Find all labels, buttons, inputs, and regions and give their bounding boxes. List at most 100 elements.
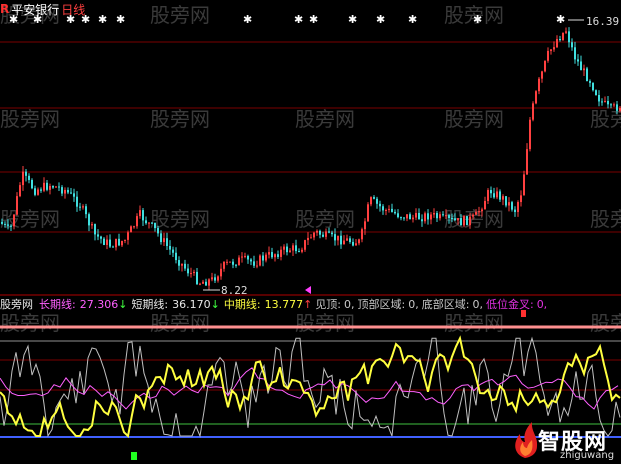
candle-body — [286, 246, 288, 253]
candle-body — [442, 214, 444, 216]
flame-icon — [515, 422, 538, 458]
watermark-text: 股旁网 — [0, 311, 60, 335]
watermark-text: 股旁网 — [0, 107, 60, 131]
candle-body — [109, 239, 111, 247]
stock-name[interactable]: 平安银行 — [11, 1, 59, 18]
candle-body — [139, 210, 141, 217]
candle-body — [430, 214, 432, 220]
rights-badge: R — [0, 2, 10, 16]
candle-body — [496, 191, 498, 198]
candle-body — [142, 210, 144, 221]
candle-body — [370, 197, 372, 205]
long-line-label: 长期线: — [39, 298, 76, 311]
candle-body — [58, 186, 60, 188]
candle-body — [262, 255, 264, 261]
candle-body — [457, 218, 459, 221]
candle-body — [478, 211, 480, 213]
watermark-text: 股旁网 — [444, 311, 504, 335]
candle-body — [568, 31, 570, 43]
candle-body — [136, 216, 138, 227]
candle-body — [463, 216, 465, 226]
candle-body — [460, 218, 462, 226]
period-label[interactable]: 日线 — [61, 1, 85, 18]
candle-body — [469, 216, 471, 226]
candle-body — [418, 212, 420, 220]
watermark-text: 股旁网 — [590, 207, 621, 231]
candle-body — [55, 186, 57, 188]
candle-body — [130, 226, 132, 233]
candle-body — [325, 231, 327, 237]
candle-body — [559, 39, 561, 41]
candle-body — [499, 191, 501, 200]
candle-body — [256, 265, 258, 267]
candle-body — [157, 228, 159, 234]
candle-body — [94, 224, 96, 235]
candle-body — [175, 252, 177, 261]
candle-body — [229, 261, 231, 263]
candle-body — [565, 31, 567, 33]
candle-body — [601, 101, 603, 103]
candle-body — [526, 149, 528, 175]
candle-body — [358, 239, 360, 244]
candle-body — [76, 196, 78, 207]
star-marker-icon: ✱ — [348, 13, 357, 26]
candle-body — [52, 186, 54, 188]
watermark-text: 股旁网 — [0, 207, 60, 231]
chart-window[interactable]: 股旁网股旁网股旁网股旁网股旁网股旁网股旁网股旁网股旁网股旁网股旁网股旁网股旁网股… — [0, 0, 621, 464]
candle-body — [607, 100, 609, 105]
candle-body — [166, 238, 168, 246]
candle-body — [184, 263, 186, 269]
candle-body — [448, 215, 450, 219]
indicator-name[interactable]: 股旁网 — [0, 296, 33, 312]
candle-body — [535, 91, 537, 104]
candle-body — [13, 214, 15, 227]
mid-line-value: 13.777 — [264, 297, 304, 311]
candle-body — [583, 68, 585, 71]
candle-body — [454, 218, 456, 221]
candle-body — [292, 245, 294, 251]
candle-body — [7, 224, 9, 226]
candle-body — [106, 239, 108, 245]
candle-body — [364, 221, 366, 230]
candle-body — [247, 255, 249, 260]
candle-body — [337, 235, 339, 241]
candle-body — [409, 214, 411, 220]
candle-body — [28, 175, 30, 180]
candle-body — [148, 222, 150, 224]
candle-body — [439, 214, 441, 219]
candle-body — [502, 196, 504, 200]
candle-body — [232, 261, 234, 265]
candle-body — [382, 206, 384, 211]
candle-body — [403, 217, 405, 219]
candle-body — [112, 246, 114, 248]
candle-body — [196, 271, 198, 285]
candle-body — [433, 213, 435, 215]
candle-body — [514, 209, 516, 213]
candle-body — [328, 231, 330, 233]
chart-canvas[interactable]: 股旁网股旁网股旁网股旁网股旁网股旁网股旁网股旁网股旁网股旁网股旁网股旁网股旁网股… — [0, 0, 621, 464]
candle-body — [424, 213, 426, 222]
site-logo: 智股网 zhiguwang — [510, 418, 621, 464]
candle-body — [199, 283, 201, 285]
candle-body — [103, 238, 105, 245]
candle-body — [385, 209, 387, 211]
candle-body — [67, 189, 69, 193]
star-marker-icon: ✱ — [243, 13, 252, 26]
candle-body — [220, 268, 222, 277]
candle-body — [241, 256, 243, 258]
low-cross-value: 0, — [536, 297, 548, 311]
star-marker-icon: ✱ — [309, 13, 318, 26]
candle-body — [391, 208, 393, 212]
candle-body — [223, 262, 225, 269]
watermark-text: 股旁网 — [150, 311, 210, 335]
bottom-zone-value: 0, — [472, 297, 483, 311]
candle-body — [346, 238, 348, 241]
candle-body — [523, 174, 525, 196]
candle-body — [10, 225, 12, 227]
candle-body — [115, 238, 117, 248]
watermark-text: 股旁网 — [590, 311, 621, 335]
low-cross-label: 低位金叉: — [485, 298, 534, 311]
candle-body — [397, 213, 399, 218]
candle-body — [319, 230, 321, 235]
candle-body — [331, 232, 333, 235]
